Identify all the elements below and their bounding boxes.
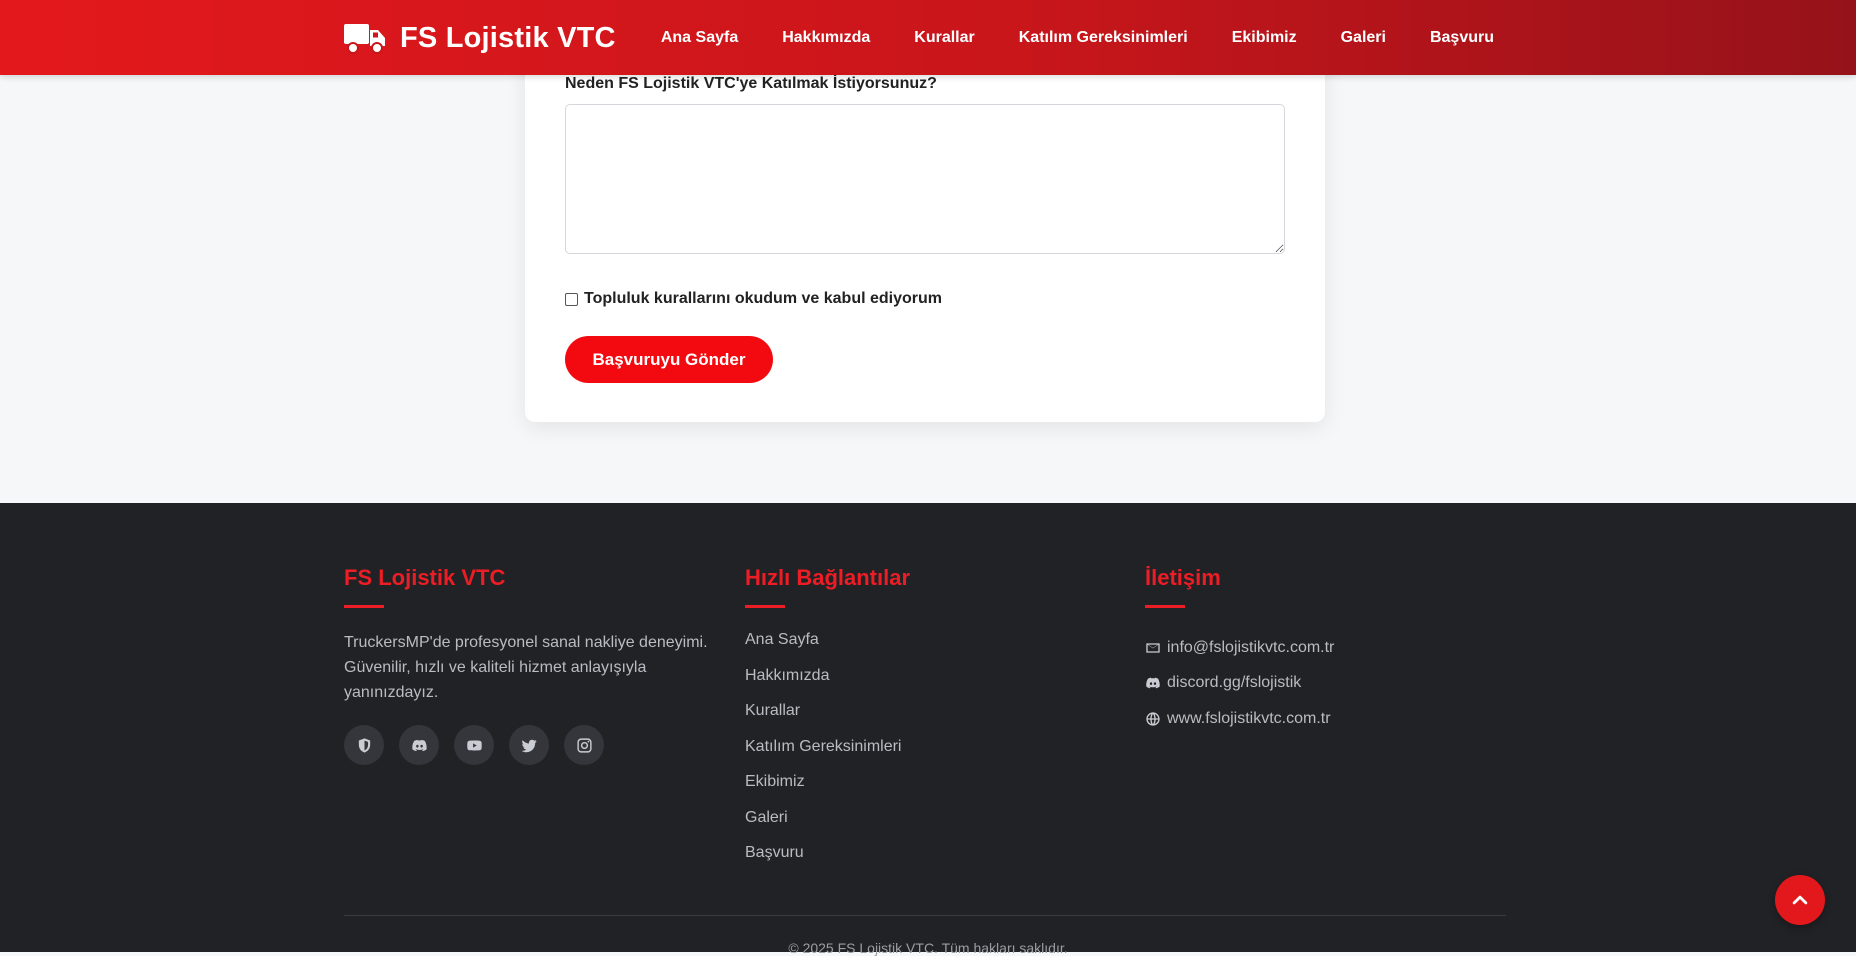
footer-links-list: Ana Sayfa Hakkımızda Kurallar Katılım Ge… <box>745 630 910 879</box>
title-underline <box>745 605 785 608</box>
footer-quick-links: Hızlı Bağlantılar Ana Sayfa Hakkımızda K… <box>745 565 910 879</box>
nav-kurallar[interactable]: Kurallar <box>914 29 974 47</box>
social-twitter-link[interactable] <box>509 725 549 765</box>
footer-link-basvuru[interactable]: Başvuru <box>745 843 910 879</box>
title-underline <box>344 605 384 608</box>
footer-about: FS Lojistik VTC TruckersMP'de profesyone… <box>344 565 714 765</box>
nav-ekibimiz[interactable]: Ekibimiz <box>1232 29 1297 47</box>
brand-name: FS Lojistik VTC <box>400 21 616 54</box>
contact-website-text: www.fslojistikvtc.com.tr <box>1167 709 1331 727</box>
footer-copyright: © 2025 FS Lojistik VTC. Tüm hakları sakl… <box>788 940 1068 956</box>
nav-hakkimizda[interactable]: Hakkımızda <box>782 29 870 47</box>
footer-link-katilim-gereksinimleri[interactable]: Katılım Gereksinimleri <box>745 737 910 773</box>
chevron-up-icon <box>1792 895 1808 905</box>
social-youtube-link[interactable] <box>454 725 494 765</box>
social-shield-link[interactable] <box>344 725 384 765</box>
footer-contact: İletişim info@fslojistikvtc.com.tr disco… <box>1145 565 1334 737</box>
discord-icon <box>411 739 427 751</box>
title-underline <box>1145 605 1185 608</box>
truck-icon <box>344 24 385 54</box>
footer-contact-title: İletişim <box>1145 565 1221 590</box>
footer-about-title: FS Lojistik VTC <box>344 565 506 590</box>
twitter-icon <box>521 739 537 752</box>
youtube-icon <box>466 740 482 750</box>
footer-link-hakkimizda[interactable]: Hakkımızda <box>745 666 910 702</box>
scroll-to-top-button[interactable] <box>1775 875 1825 925</box>
reason-textarea[interactable] <box>565 104 1285 254</box>
rules-checkbox-label: Topluluk kurallarını okudum ve kabul edi… <box>584 290 942 307</box>
contact-discord-text: discord.gg/fslojistik <box>1167 674 1302 692</box>
footer-link-kurallar[interactable]: Kurallar <box>745 701 910 737</box>
site-footer: FS Lojistik VTC TruckersMP'de profesyone… <box>0 503 1856 956</box>
nav-basvuru[interactable]: Başvuru <box>1430 29 1494 47</box>
contact-email-text: info@fslojistikvtc.com.tr <box>1167 638 1335 656</box>
nav-ana-sayfa[interactable]: Ana Sayfa <box>661 29 738 47</box>
footer-link-ekibimiz[interactable]: Ekibimiz <box>745 772 910 808</box>
social-links <box>344 725 714 765</box>
application-form-card: Neden FS Lojistik VTC'ye Katılmak İstiyo… <box>525 40 1325 422</box>
footer-about-text: TruckersMP'de profesyonel sanal nakliye … <box>344 634 708 701</box>
nav-katilim-gereksinimleri[interactable]: Katılım Gereksinimleri <box>1019 29 1188 47</box>
contact-discord[interactable]: discord.gg/fslojistik <box>1145 666 1334 702</box>
main-nav: Ana Sayfa Hakkımızda Kurallar Katılım Ge… <box>661 0 1494 75</box>
reason-label: Neden FS Lojistik VTC'ye Katılmak İstiyo… <box>565 75 937 92</box>
instagram-icon <box>576 737 592 753</box>
brand-logo[interactable]: FS Lojistik VTC <box>344 18 616 58</box>
footer-divider <box>344 915 1506 916</box>
contact-website[interactable]: www.fslojistikvtc.com.tr <box>1145 701 1334 737</box>
globe-icon <box>1146 712 1160 726</box>
footer-link-galeri[interactable]: Galeri <box>745 808 910 844</box>
contact-email[interactable]: info@fslojistikvtc.com.tr <box>1145 630 1334 666</box>
footer-links-title: Hızlı Bağlantılar <box>745 565 911 590</box>
social-discord-link[interactable] <box>399 725 439 765</box>
envelope-icon <box>1146 643 1160 653</box>
site-header: FS Lojistik VTC Ana Sayfa Hakkımızda Kur… <box>0 0 1856 75</box>
footer-link-ana-sayfa[interactable]: Ana Sayfa <box>745 630 910 666</box>
rules-checkbox-row[interactable]: Topluluk kurallarını okudum ve kabul edi… <box>565 290 942 308</box>
shield-icon <box>358 737 370 753</box>
discord-icon <box>1146 677 1160 689</box>
rules-checkbox[interactable] <box>565 292 578 306</box>
social-instagram-link[interactable] <box>564 725 604 765</box>
submit-application-button[interactable]: Başvuruyu Gönder <box>565 336 773 383</box>
nav-galeri[interactable]: Galeri <box>1341 29 1386 47</box>
